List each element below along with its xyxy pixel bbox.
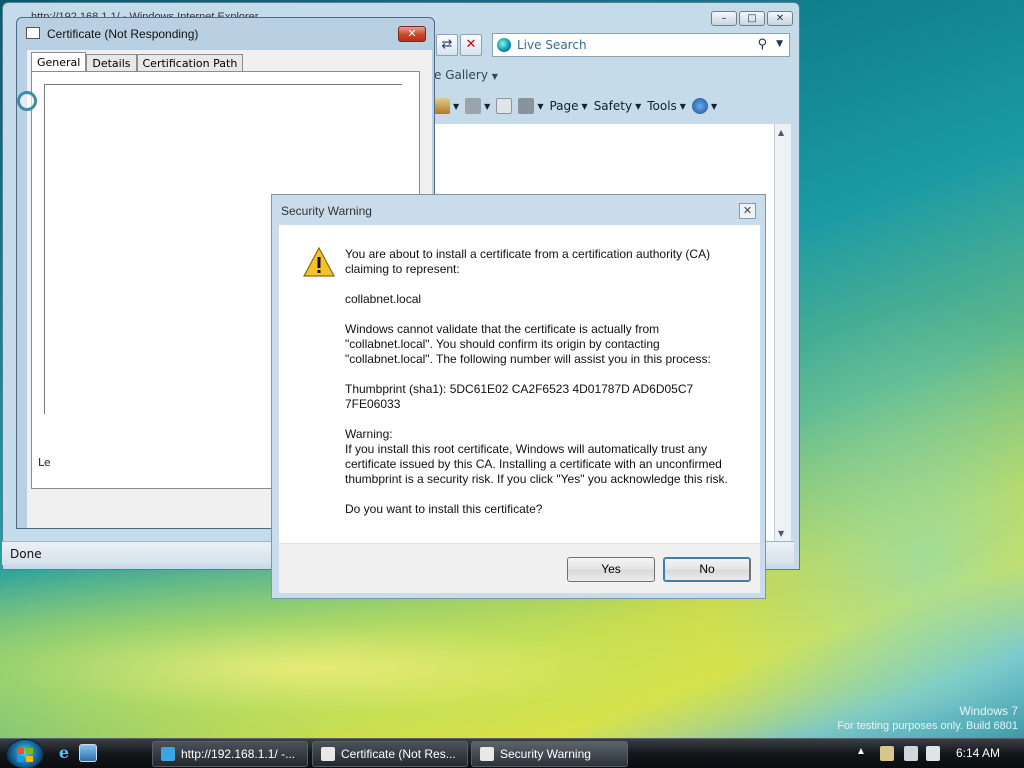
chevron-down-icon: ▼ bbox=[679, 101, 686, 111]
chevron-down-icon: ▼ bbox=[484, 101, 491, 111]
mail-icon bbox=[496, 98, 513, 114]
thumbprint: Thumbprint (sha1): 5DC61E02 CA2F6523 4D0… bbox=[345, 382, 694, 411]
ie-vertical-scrollbar[interactable]: ▲ ▼ bbox=[774, 124, 791, 542]
chevron-down-icon: ▼ bbox=[491, 72, 498, 81]
refresh-icon[interactable]: ⇄ bbox=[436, 34, 458, 56]
tools-menu-label: Tools bbox=[647, 99, 677, 113]
security-warning-title: Security Warning bbox=[281, 204, 372, 218]
home-button[interactable]: ▼ bbox=[434, 98, 459, 114]
read-mail-button[interactable] bbox=[496, 98, 513, 114]
close-button[interactable]: ✕ bbox=[767, 11, 793, 26]
clock[interactable]: 6:14 AM bbox=[956, 746, 1000, 760]
web-slice-gallery-link[interactable]: e Gallery ▼ bbox=[434, 68, 498, 82]
warning-body: If you install this root certificate, Wi… bbox=[345, 442, 728, 486]
tab-details[interactable]: Details bbox=[86, 54, 137, 72]
safety-menu[interactable]: Safety ▼ bbox=[594, 99, 642, 113]
scroll-up-icon[interactable]: ▲ bbox=[778, 128, 784, 137]
chevron-down-icon[interactable]: ▼ bbox=[776, 39, 783, 49]
security-warning-message: You are about to install a certificate f… bbox=[345, 247, 745, 532]
system-tray: ▲ 6:14 AM bbox=[850, 741, 1024, 767]
volume-muted-icon[interactable] bbox=[926, 746, 940, 761]
minimize-button[interactable]: – bbox=[711, 11, 737, 26]
page-menu[interactable]: Page ▼ bbox=[549, 99, 587, 113]
scroll-down-icon[interactable]: ▼ bbox=[778, 529, 784, 538]
feeds-button[interactable]: ▼ bbox=[465, 98, 490, 114]
ie-navigation-bar: ⇄ ✕ Live Search ⚲ ▼ bbox=[434, 33, 792, 57]
help-menu[interactable]: ▼ bbox=[691, 98, 718, 114]
favorites-bar: e Gallery ▼ bbox=[434, 65, 794, 87]
status-text: Done bbox=[10, 547, 42, 561]
ie-window-controls: – □ ✕ bbox=[711, 11, 793, 26]
chevron-down-icon: ▼ bbox=[537, 101, 544, 111]
chevron-down-icon: ▼ bbox=[581, 101, 588, 111]
live-search-globe-icon bbox=[497, 38, 511, 52]
tools-menu[interactable]: Tools ▼ bbox=[647, 99, 686, 113]
build-watermark-title: Windows 7 bbox=[959, 704, 1018, 718]
taskbar-item-ie[interactable]: http://192.168.1.1/ -... bbox=[152, 741, 308, 767]
home-icon bbox=[434, 98, 450, 114]
taskbar-item-label: http://192.168.1.1/ -... bbox=[181, 747, 296, 761]
show-desktop-icon[interactable] bbox=[79, 744, 97, 762]
close-button[interactable]: ✕ bbox=[398, 26, 426, 42]
page-menu-label: Page bbox=[549, 99, 579, 113]
taskbar-item-certificate[interactable]: Certificate (Not Res... bbox=[312, 741, 468, 767]
command-bar: ▼ ▼ ▼ Page ▼ Safety ▼ Tools ▼ ▼ bbox=[434, 94, 794, 118]
validation-notice: Windows cannot validate that the certifi… bbox=[345, 322, 711, 366]
yes-button[interactable]: Yes bbox=[567, 557, 655, 582]
chevron-down-icon: ▼ bbox=[635, 101, 642, 111]
search-input[interactable]: Live Search bbox=[517, 38, 587, 52]
search-icon[interactable]: ⚲ bbox=[757, 37, 767, 52]
warning-icon bbox=[303, 247, 335, 277]
taskbar-item-security-warning[interactable]: Security Warning bbox=[471, 741, 628, 767]
taskbar-item-label: Certificate (Not Res... bbox=[341, 747, 456, 761]
install-notice: You are about to install a certificate f… bbox=[345, 247, 711, 276]
windows-logo-icon bbox=[17, 748, 33, 762]
network-icon[interactable] bbox=[880, 746, 894, 761]
taskbar-item-label: Security Warning bbox=[500, 747, 591, 761]
printer-icon bbox=[518, 98, 535, 114]
print-button[interactable]: ▼ bbox=[518, 98, 543, 114]
internet-explorer-icon bbox=[161, 747, 175, 761]
chevron-down-icon: ▼ bbox=[453, 101, 460, 111]
action-center-icon[interactable] bbox=[904, 746, 918, 761]
tab-certification-path[interactable]: Certification Path bbox=[136, 54, 244, 72]
certificate-icon bbox=[321, 747, 335, 761]
internet-explorer-icon[interactable]: e bbox=[55, 744, 73, 762]
help-icon bbox=[691, 98, 708, 114]
web-slice-gallery-label: e Gallery bbox=[434, 68, 488, 82]
close-button[interactable]: ✕ bbox=[739, 203, 756, 219]
install-question: Do you want to install this certificate? bbox=[345, 502, 543, 516]
safety-menu-label: Safety bbox=[593, 99, 633, 113]
chevron-down-icon: ▼ bbox=[710, 101, 718, 111]
security-warning-dialog: Security Warning ✕ You are about to inst… bbox=[271, 194, 766, 599]
risk-warning: Warning: If you install this root certifi… bbox=[345, 427, 745, 487]
build-watermark-note: For testing purposes only. Build 6801 bbox=[837, 720, 1018, 732]
learn-more-link[interactable]: Le bbox=[38, 456, 51, 469]
security-warning-body: You are about to install a certificate f… bbox=[279, 225, 760, 543]
chevron-up-icon[interactable]: ▲ bbox=[856, 746, 866, 757]
ca-name: collabnet.local bbox=[345, 292, 422, 306]
search-box[interactable]: Live Search ⚲ ▼ bbox=[492, 33, 790, 57]
busy-cursor-icon bbox=[17, 91, 37, 111]
tab-general[interactable]: General bbox=[31, 52, 87, 73]
certificate-tabs: General Details Certification Path bbox=[31, 52, 244, 73]
start-button[interactable] bbox=[6, 739, 44, 768]
rss-feed-icon bbox=[465, 98, 482, 114]
stop-icon[interactable]: ✕ bbox=[460, 34, 482, 56]
security-warning-footer: Yes No bbox=[279, 543, 760, 593]
certificate-icon bbox=[480, 747, 494, 761]
maximize-button[interactable]: □ bbox=[739, 11, 765, 26]
certificate-icon bbox=[26, 27, 40, 39]
warning-heading: Warning: bbox=[345, 427, 393, 441]
no-button[interactable]: No bbox=[663, 557, 751, 582]
certificate-window-title: Certificate (Not Responding) bbox=[47, 27, 199, 41]
